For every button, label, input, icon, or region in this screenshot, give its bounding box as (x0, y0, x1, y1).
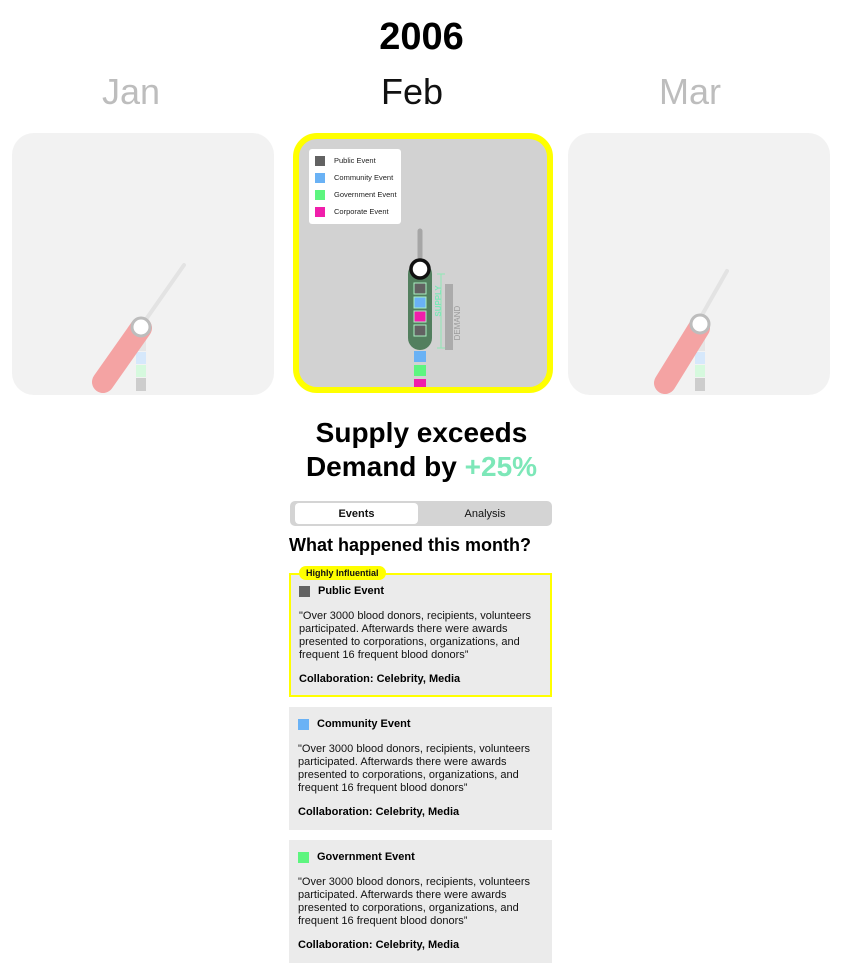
event-collaboration: Collaboration: Celebrity, Media (298, 939, 460, 951)
supply-demand-gauge-mar (654, 269, 729, 394)
month-card-mar[interactable] (568, 133, 830, 395)
demand-gauge-label: DEMAND (453, 305, 462, 340)
event-card-government[interactable]: Government Event "Over 3000 blood donors… (289, 840, 552, 963)
event-header: Public Event (299, 584, 542, 598)
event-type-swatch-icon (299, 585, 310, 597)
event-type-swatch-icon (298, 718, 309, 730)
year-title: 2006 (379, 16, 464, 58)
event-description: "Over 3000 blood donors, recipients, vol… (298, 876, 530, 927)
supply-demand-gauge-jan (92, 263, 186, 393)
supply-demand-gauge-feb: SUPPLY DEMAND (408, 228, 462, 387)
month-card-feb[interactable]: Public Event Community Event Government … (293, 133, 553, 393)
view-tabs: Events Analysis (290, 501, 552, 526)
headline-line2: Demand by +25% (0, 450, 843, 484)
event-header: Community Event (298, 717, 543, 731)
event-type: Government Event (317, 851, 415, 863)
month-card-jan[interactable] (12, 133, 274, 395)
tab-events[interactable]: Events (295, 503, 418, 524)
section-title: What happened this month? (289, 535, 531, 555)
event-card-community[interactable]: Community Event "Over 3000 blood donors,… (289, 707, 552, 830)
event-collaboration: Collaboration: Celebrity, Media (298, 806, 460, 818)
month-jan[interactable]: Jan (1, 71, 261, 113)
headline-percent: +25% (464, 451, 538, 482)
month-feb[interactable]: Feb (282, 71, 542, 113)
month-mar[interactable]: Mar (560, 71, 820, 113)
event-type: Community Event (317, 718, 411, 730)
event-description: "Over 3000 blood donors, recipients, vol… (299, 610, 531, 661)
headline-line1: Supply exceeds (315, 417, 528, 448)
tab-analysis[interactable]: Analysis (420, 503, 550, 524)
highly-influential-badge: Highly Influential (299, 566, 386, 580)
event-type-swatch-icon (298, 851, 309, 863)
supply-demand-headline: Supply exceeds Demand by +25% (0, 416, 843, 484)
event-collaboration: Collaboration: Celebrity, Media (299, 673, 461, 685)
supply-gauge-label: SUPPLY (434, 285, 443, 317)
headline-line2-prefix: Demand by (305, 451, 457, 482)
event-type: Public Event (318, 585, 385, 597)
event-header: Government Event (298, 850, 543, 864)
event-card-public[interactable]: Highly Influential Public Event "Over 30… (289, 566, 552, 697)
event-description: "Over 3000 blood donors, recipients, vol… (298, 743, 530, 794)
